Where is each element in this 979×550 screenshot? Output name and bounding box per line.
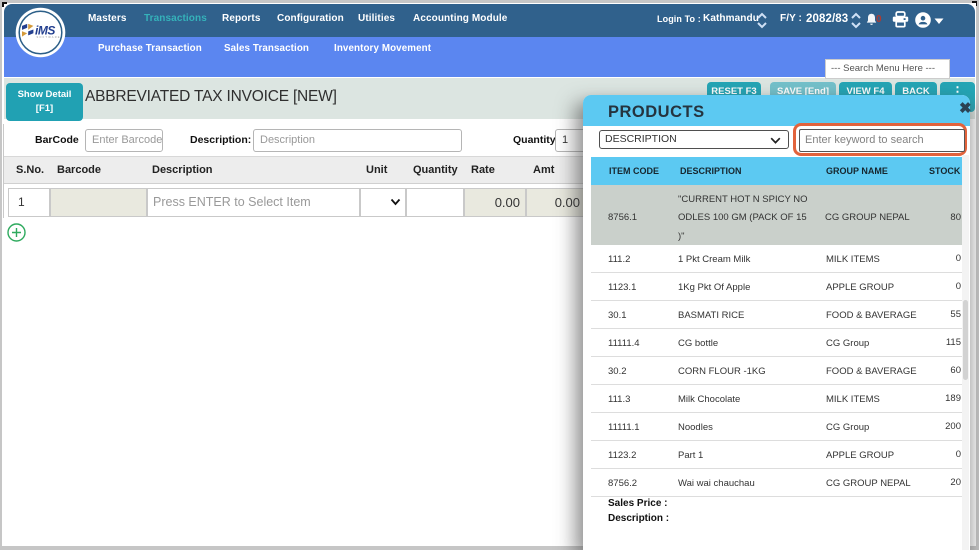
- svg-text:SOFTWARE: SOFTWARE: [37, 35, 61, 39]
